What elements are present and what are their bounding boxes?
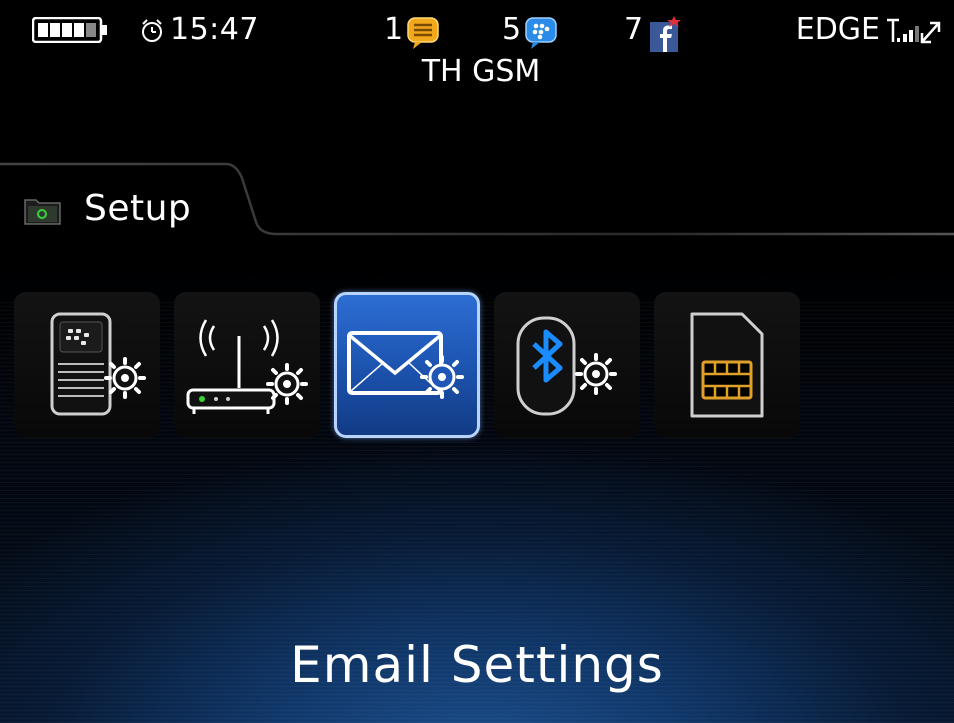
messenger-notification[interactable]: 5 [502,12,557,49]
bluetooth-icon [516,316,617,416]
bbm-chat-icon [407,17,439,49]
gear-icon [420,355,464,399]
folder-icon [24,199,61,225]
sim-card-icon [690,312,764,418]
bbm-chat-notification[interactable]: 1 [384,12,439,49]
folder-title: Setup [84,188,192,229]
app-icon-email-settings[interactable] [334,292,480,438]
network-type: EDGE [795,12,880,47]
selected-app-caption: Email Settings [290,636,664,694]
email-envelope-icon [347,331,464,399]
setup-wizard-icon [50,312,146,416]
app-icon-setup-wizard[interactable] [14,292,160,438]
gear-icon [104,357,146,399]
gear-icon [575,353,617,395]
notification-count: 5 [502,12,522,47]
clock-time: 15:47 [170,12,259,47]
signal-strength-icon [887,18,941,43]
facebook-icon [650,16,681,52]
battery-icon [32,17,107,43]
app-icon-sim-card[interactable] [654,292,800,438]
app-icon-bluetooth-setup[interactable] [494,292,640,438]
carrier-name: TH GSM [421,54,541,89]
notification-count: 7 [624,12,644,47]
network-indicator: EDGE [796,12,942,47]
blackberry-messenger-icon [525,17,557,49]
notification-count: 1 [384,12,404,47]
wifi-router-icon [186,319,308,414]
gear-icon [266,363,308,405]
alarm-clock-icon [142,19,162,42]
facebook-notification[interactable]: 7 [624,12,681,52]
app-icon-wifi-setup[interactable] [174,292,320,438]
status-bar: 15:47 1 5 7 TH GSM EDGE [0,0,954,110]
